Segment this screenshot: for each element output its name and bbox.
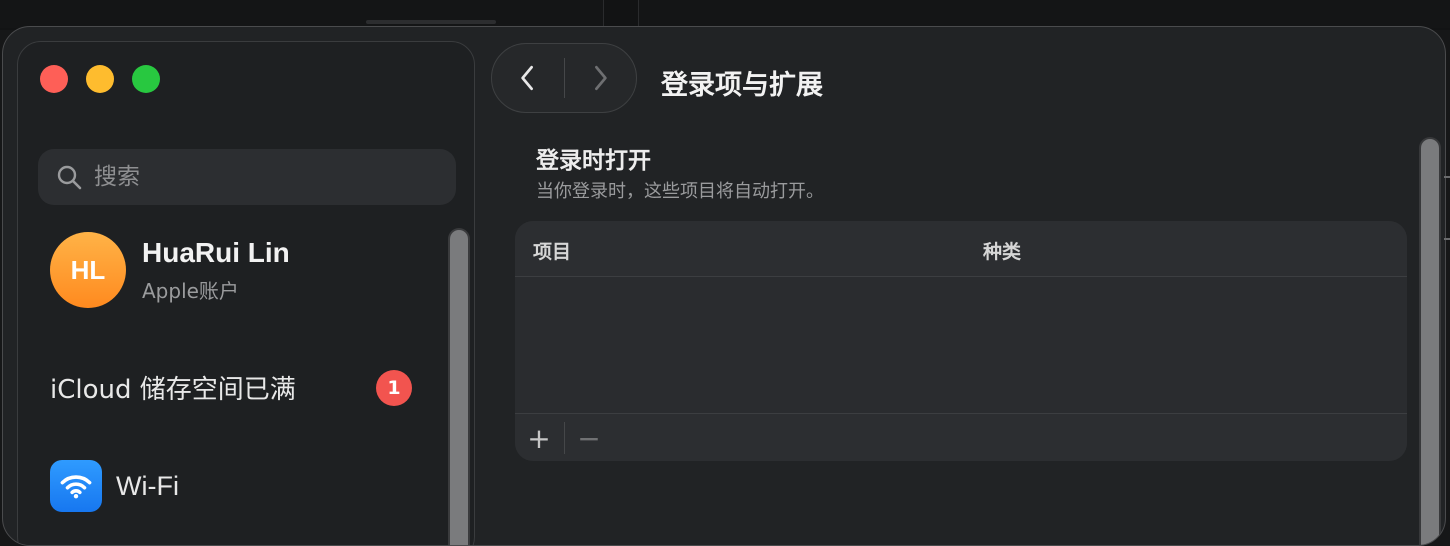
chevron-left-icon — [521, 65, 533, 91]
forward-button[interactable] — [565, 43, 637, 113]
sidebar-item-icloud-storage[interactable]: iCloud 储存空间已满 1 — [50, 365, 420, 409]
background-window — [0, 0, 604, 28]
search-input[interactable] — [92, 163, 392, 191]
add-item-button[interactable]: + — [521, 420, 557, 456]
section-title: 登录时打开 — [536, 148, 651, 174]
settings-window: HL HuaRui Lin Apple账户 iCloud 储存空间已满 1 Wi… — [2, 26, 1446, 546]
table-header: 项目 种类 — [515, 221, 1407, 277]
content-scrollbar[interactable] — [1419, 137, 1441, 545]
minimize-button[interactable] — [86, 65, 114, 93]
account-name: HuaRui Lin — [142, 236, 290, 268]
page-title: 登录项与扩展 — [661, 70, 823, 101]
back-button[interactable] — [492, 43, 564, 113]
remove-item-button[interactable]: − — [571, 420, 607, 456]
column-header-kind[interactable]: 种类 — [983, 237, 1021, 264]
background-window — [638, 0, 1450, 28]
scrollbar-thumb[interactable] — [1421, 139, 1439, 545]
window-controls — [40, 65, 160, 93]
chevron-right-icon — [595, 65, 607, 91]
avatar: HL — [50, 232, 126, 308]
sidebar-scrollbar[interactable] — [448, 228, 470, 545]
close-button[interactable] — [40, 65, 68, 93]
sidebar-item-label: Wi-Fi — [116, 470, 179, 501]
account-subtitle: Apple账户 — [142, 278, 239, 303]
divider — [564, 422, 565, 454]
search-field[interactable] — [38, 149, 456, 205]
window-handle — [366, 20, 496, 24]
sidebar: HL HuaRui Lin Apple账户 iCloud 储存空间已满 1 Wi… — [17, 41, 475, 545]
zoom-button[interactable] — [132, 65, 160, 93]
column-header-item[interactable]: 项目 — [533, 237, 571, 264]
login-items-table: 项目 种类 + − — [515, 221, 1407, 461]
table-footer: + − — [515, 413, 1407, 461]
navigation-buttons — [491, 43, 637, 113]
background-edge — [1444, 176, 1450, 256]
notification-badge: 1 — [376, 370, 412, 406]
scrollbar-thumb[interactable] — [450, 230, 468, 545]
search-icon — [57, 165, 82, 190]
section-subtitle: 当你登录时，这些项目将自动打开。 — [536, 181, 824, 202]
apple-account-item[interactable]: HL HuaRui Lin Apple账户 — [50, 232, 290, 308]
wifi-icon — [50, 460, 102, 512]
account-text: HuaRui Lin Apple账户 — [142, 237, 290, 304]
sidebar-item-label: iCloud 储存空间已满 — [50, 374, 296, 405]
sidebar-item-wifi[interactable]: Wi-Fi — [50, 460, 179, 512]
